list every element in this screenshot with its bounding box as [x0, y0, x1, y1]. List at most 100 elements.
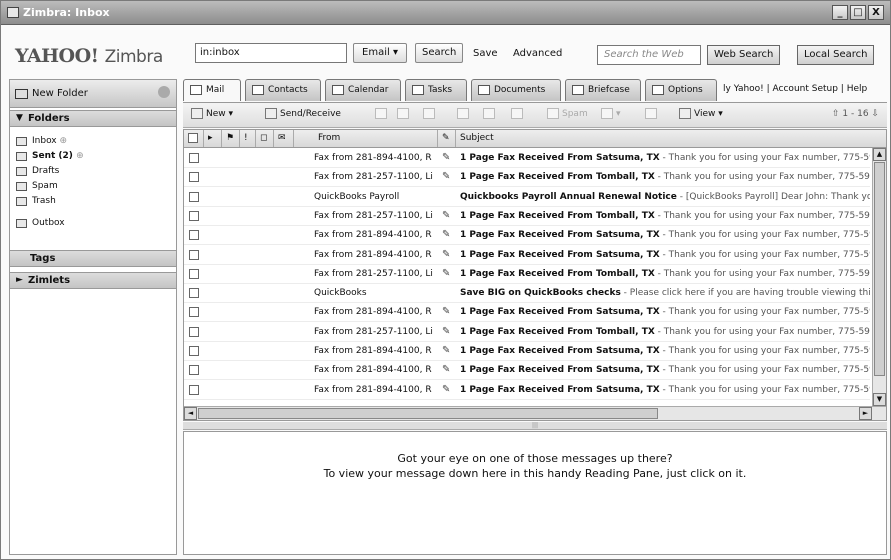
subject-fragment: - Thank you for using your Fax number, 7… — [659, 230, 870, 241]
title-bar[interactable]: Zimbra: Inbox _ □ X — [1, 1, 890, 25]
row-checkbox[interactable] — [189, 307, 199, 318]
view-button[interactable]: View ▾ — [679, 108, 723, 119]
send-receive-button[interactable]: Send/Receive — [265, 108, 341, 119]
row-checkbox[interactable] — [189, 288, 199, 299]
tab-mail[interactable]: Mail — [183, 79, 241, 101]
search-scope-dropdown[interactable]: Email ▾ — [353, 43, 407, 63]
table-row[interactable]: Fax from 281-894-4100, R ✎ 1 Page Fax Rece… — [184, 149, 870, 168]
reading-pane-splitter[interactable]: ||| — [183, 422, 887, 430]
search-input[interactable]: in:inbox — [195, 43, 347, 63]
scroll-right-icon[interactable]: ► — [859, 407, 872, 420]
table-row[interactable]: QuickBooks Save BIG on QuickBooks checks … — [184, 284, 870, 304]
scroll-thumb[interactable] — [198, 408, 658, 419]
row-checkbox[interactable] — [189, 384, 199, 395]
scroll-down-icon[interactable]: ▼ — [873, 393, 886, 406]
tab-briefcase[interactable]: Briefcase — [565, 79, 641, 101]
row-checkbox[interactable] — [189, 249, 199, 260]
sidebar-item-sent[interactable]: Sent (2) ⊕ — [10, 150, 176, 164]
panel-toggle-icon[interactable] — [158, 86, 170, 98]
delete-button[interactable] — [375, 108, 390, 119]
tag-button[interactable]: ▾ — [601, 108, 621, 119]
horizontal-scrollbar[interactable]: ◄ ► — [184, 406, 886, 420]
table-row[interactable]: Fax from 281-894-4100, R ✎ 1 Page Fax Rece… — [184, 246, 870, 265]
zimlets-section-header[interactable]: ► Zimlets — [10, 272, 176, 289]
reply-all-icon — [483, 108, 495, 119]
tab-documents[interactable]: Documents — [471, 79, 561, 101]
save-search-link[interactable]: Save — [473, 48, 498, 59]
table-row[interactable]: Fax from 281-894-4100, R ✎ 1 Page Fax Rece… — [184, 361, 870, 381]
trash-icon — [16, 197, 27, 206]
search-button[interactable]: Search — [415, 43, 463, 63]
sidebar-item-label: Inbox — [32, 136, 57, 146]
print-button[interactable] — [423, 108, 438, 119]
row-checkbox[interactable] — [189, 210, 199, 221]
spam-button[interactable]: Spam — [547, 108, 588, 119]
table-row[interactable]: Fax from 281-257-1100, Li ✎ 1 Page Fax Rec… — [184, 168, 870, 188]
local-search-button[interactable]: Local Search — [797, 45, 875, 65]
table-row[interactable]: Fax from 281-894-4100, R ✎ 1 Page Fax Rece… — [184, 381, 870, 400]
advanced-search-link[interactable]: Advanced — [513, 48, 562, 59]
row-checkbox[interactable] — [189, 326, 199, 337]
message-from: Fax from 281-257-1100, Li — [314, 268, 433, 279]
row-checkbox[interactable] — [189, 268, 199, 279]
subject-fragment: - Thank you for using your Fax number, 7… — [659, 249, 870, 260]
detach-icon — [645, 108, 657, 119]
web-search-button[interactable]: Web Search — [707, 45, 781, 65]
table-row[interactable]: QuickBooks Payroll Quickbooks Payroll Ann… — [184, 188, 870, 207]
select-all-column[interactable] — [184, 130, 204, 147]
sidebar-item-inbox[interactable]: Inbox ⊕ — [10, 135, 176, 149]
tab-tasks[interactable]: Tasks — [405, 79, 467, 101]
subject-text: 1 Page Fax Received From Tomball, TX — [460, 268, 655, 279]
scroll-left-icon[interactable]: ◄ — [184, 407, 197, 420]
sidebar-item-drafts[interactable]: Drafts — [10, 165, 176, 179]
row-checkbox[interactable] — [189, 365, 199, 376]
row-checkbox[interactable] — [189, 230, 199, 241]
table-row[interactable]: Fax from 281-894-4100, R ✎ 1 Page Fax Rece… — [184, 303, 870, 323]
sidebar-item-trash[interactable]: Trash — [10, 195, 176, 209]
status-column[interactable]: ✉ — [274, 130, 294, 147]
send-receive-icon — [265, 108, 277, 119]
expand-column[interactable]: ▸ — [204, 130, 222, 147]
account-links[interactable]: ly Yahoo! | Account Setup | Help — [723, 84, 867, 94]
close-button[interactable]: X — [868, 5, 884, 20]
tags-section-header[interactable]: Tags — [10, 250, 176, 267]
row-checkbox[interactable] — [189, 153, 199, 163]
row-checkbox[interactable] — [189, 346, 199, 356]
tab-options[interactable]: Options — [645, 79, 717, 101]
expand-arrow-icon: ▼ — [16, 113, 23, 123]
maximize-button[interactable]: □ — [850, 5, 866, 20]
reply-all-button[interactable] — [483, 108, 498, 119]
select-all-checkbox[interactable] — [188, 133, 198, 143]
forward-button[interactable] — [511, 108, 526, 119]
web-search-input[interactable]: Search the Web — [597, 45, 701, 65]
attachment-column[interactable]: ✎ — [438, 130, 456, 147]
tab-contacts[interactable]: Contacts — [245, 79, 321, 101]
tag-column[interactable]: ◻ — [256, 130, 274, 147]
new-folder-button[interactable]: New Folder — [10, 80, 176, 108]
tab-calendar[interactable]: Calendar — [325, 79, 401, 101]
scroll-thumb[interactable] — [874, 162, 885, 376]
from-column-header[interactable]: From — [294, 130, 438, 147]
move-button[interactable] — [397, 108, 412, 119]
minimize-button[interactable]: _ — [832, 5, 848, 20]
folders-section-header[interactable]: ▼ Folders — [10, 110, 176, 127]
table-row[interactable]: Fax from 281-894-4100, R ✎ 1 Page Fax Rece… — [184, 342, 870, 361]
subject-column-header[interactable]: Subject — [456, 130, 872, 147]
sidebar-item-spam[interactable]: Spam — [10, 180, 176, 194]
new-message-button[interactable]: New ▾ — [191, 108, 233, 119]
sidebar-item-outbox[interactable]: Outbox — [10, 217, 176, 231]
vertical-scrollbar[interactable]: ▲ ▼ — [872, 148, 886, 406]
row-checkbox[interactable] — [189, 172, 199, 183]
scroll-up-icon[interactable]: ▲ — [873, 148, 886, 161]
table-row[interactable]: Fax from 281-257-1100, Li ✎ 1 Page Fax Rec… — [184, 207, 870, 226]
flag-column[interactable]: ⚑ — [222, 130, 240, 147]
next-page-icon[interactable]: ⇩ — [871, 109, 879, 119]
priority-column[interactable]: ! — [240, 130, 256, 147]
row-checkbox[interactable] — [189, 191, 199, 202]
detach-button[interactable] — [645, 108, 660, 119]
table-row[interactable]: Fax from 281-257-1100, Li ✎ 1 Page Fax Rec… — [184, 265, 870, 284]
reply-button[interactable] — [457, 108, 472, 119]
table-row[interactable]: Fax from 281-894-4100, R ✎ 1 Page Fax Rece… — [184, 226, 870, 246]
previous-page-icon[interactable]: ⇧ — [832, 109, 840, 119]
table-row[interactable]: Fax from 281-257-1100, Li ✎ 1 Page Fax Rec… — [184, 323, 870, 342]
